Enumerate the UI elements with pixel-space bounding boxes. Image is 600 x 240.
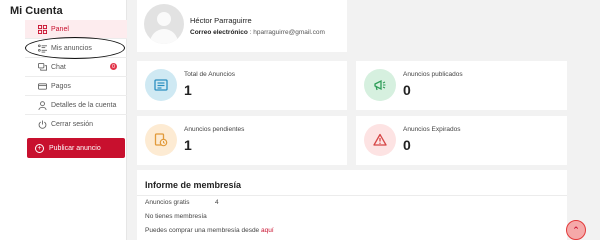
sidebar-item-label: Pagos (51, 82, 71, 90)
email-separator: : (249, 29, 252, 36)
buy-membership-link[interactable]: aquí (261, 227, 274, 234)
sidebar-item-chat[interactable]: Chat 0 (25, 58, 127, 76)
sidebar-title: Mi Cuenta (10, 5, 63, 17)
profile-email: Correo electrónico : hparraguirre@gmail.… (190, 29, 325, 36)
chat-icon (37, 62, 47, 72)
free-ads-row: Anuncios gratis 4 (145, 199, 219, 206)
sidebar: Mi Cuenta Panel Mis anuncios Chat 0 Pago… (0, 0, 127, 240)
power-icon (37, 119, 47, 129)
sidebar-item-cerrar-sesion[interactable]: Cerrar sesión (25, 115, 127, 133)
stat-card-total: Total de Anuncios 1 (137, 61, 347, 110)
profile-card: Héctor Parraguirre Correo electrónico : … (137, 0, 347, 52)
stat-value: 1 (184, 82, 192, 98)
grid-icon (37, 24, 47, 34)
annotation-oval (25, 37, 125, 59)
sidebar-item-label: Detalles de la cuenta (51, 101, 117, 109)
sidebar-item-pagos[interactable]: Pagos (25, 77, 127, 95)
buy-membership-row: Puedes comprar una membresía desde aquí (145, 227, 274, 234)
stat-label: Anuncios pendientes (184, 126, 245, 133)
floating-action-button[interactable]: ⌃ (566, 220, 586, 240)
email-label: Correo electrónico (190, 29, 248, 36)
chevron-up-icon: ⌃ (572, 224, 580, 235)
stat-card-pending: Anuncios pendientes 1 (137, 116, 347, 165)
stat-value: 0 (403, 82, 411, 98)
stat-label: Anuncios Expirados (403, 126, 461, 133)
sidebar-item-detalles[interactable]: Detalles de la cuenta (25, 96, 127, 114)
warning-icon (364, 124, 396, 156)
stat-card-published: Anuncios publicados 0 (356, 61, 567, 110)
stat-label: Anuncios publicados (403, 71, 463, 78)
free-ads-label: Anuncios gratis (145, 199, 190, 206)
tag-icon (145, 69, 177, 101)
stat-label: Total de Anuncios (184, 71, 235, 78)
no-membership-text: No tienes membresía (145, 213, 207, 220)
stat-value: 1 (184, 137, 192, 153)
stat-value: 0 (403, 137, 411, 153)
card-icon (37, 81, 47, 91)
megaphone-icon (364, 69, 396, 101)
sidebar-item-label: Chat (51, 63, 66, 71)
avatar (144, 4, 184, 44)
membership-title: Informe de membresía (145, 180, 242, 190)
clock-doc-icon (145, 124, 177, 156)
user-icon (37, 100, 47, 110)
sidebar-item-label: Panel (51, 25, 69, 33)
plus-icon: + (35, 143, 44, 153)
free-ads-count: 4 (215, 199, 219, 206)
divider (137, 195, 567, 196)
chat-badge: 0 (110, 63, 117, 70)
email-value: hparraguirre@gmail.com (253, 29, 325, 36)
membership-card: Informe de membresía Anuncios gratis 4 N… (137, 170, 567, 240)
publish-ad-button[interactable]: + Publicar anuncio (27, 138, 125, 158)
sidebar-item-label: Cerrar sesión (51, 120, 94, 128)
buy-membership-text: Puedes comprar una membresía desde (145, 227, 260, 234)
publish-ad-label: Publicar anuncio (49, 144, 101, 152)
sidebar-item-panel[interactable]: Panel (25, 20, 127, 38)
stat-card-expired: Anuncios Expirados 0 (356, 116, 567, 165)
profile-name: Héctor Parraguirre (190, 16, 252, 25)
